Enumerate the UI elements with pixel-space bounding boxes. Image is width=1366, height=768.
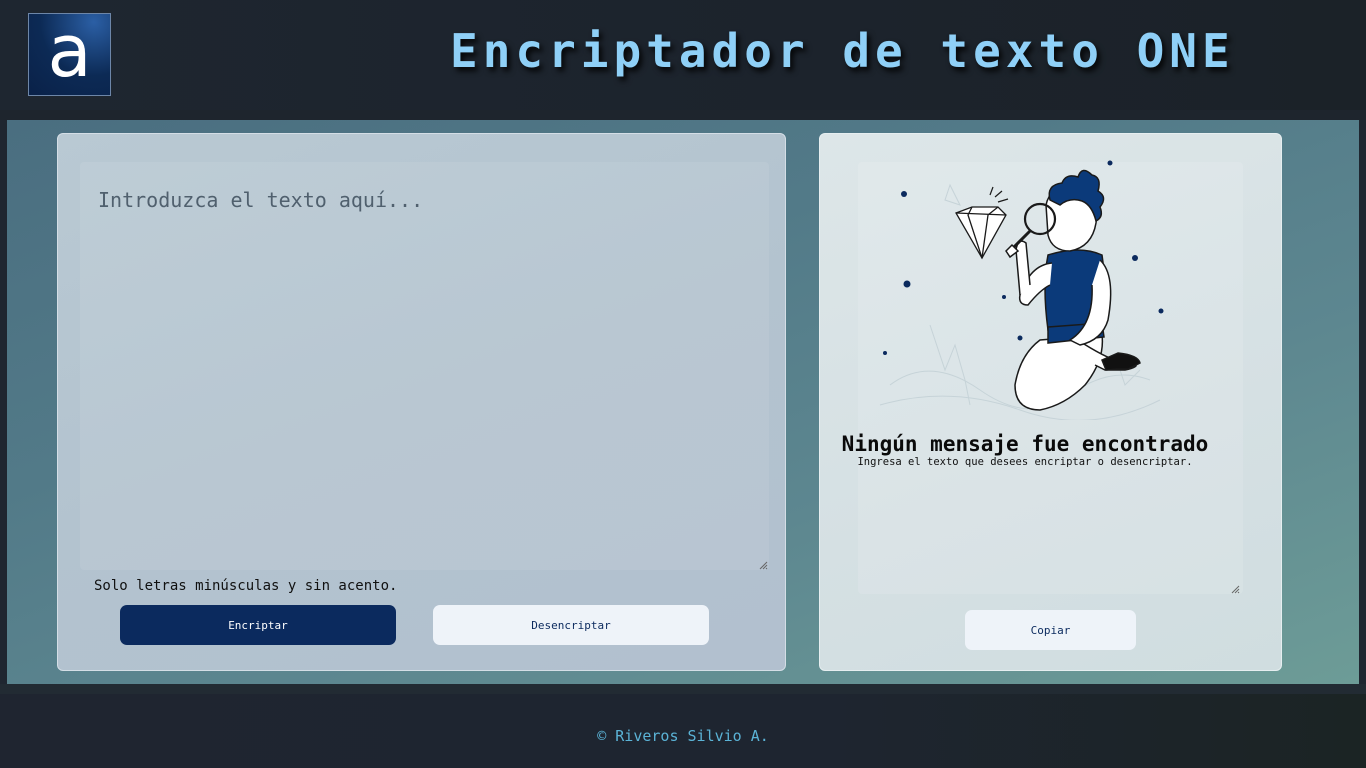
divider (0, 684, 1366, 694)
copy-button[interactable]: Copiar (965, 610, 1136, 650)
logo-letter: a (47, 8, 92, 93)
encrypt-button[interactable]: Encriptar (120, 605, 396, 645)
text-input-placeholder: Introduzca el texto aquí... (98, 188, 424, 212)
logo[interactable]: a (28, 13, 111, 96)
resize-handle-icon[interactable] (1230, 584, 1240, 594)
footer-credit: © Riveros Silvio A. (597, 727, 769, 745)
decrypt-button[interactable]: Desencriptar (433, 605, 709, 645)
divider (0, 110, 1366, 120)
empty-message-subtitle: Ingresa el texto que desees encriptar o … (857, 456, 1193, 468)
search-person-illustration-icon (879, 160, 1164, 420)
text-input[interactable]: Introduzca el texto aquí... (80, 162, 769, 570)
page-title: Encriptador de texto ONE (450, 24, 1235, 78)
input-hint: Solo letras minúsculas y sin acento. (94, 578, 398, 594)
empty-message-title: Ningún mensaje fue encontrado (841, 432, 1209, 456)
resize-handle-icon[interactable] (758, 560, 768, 570)
